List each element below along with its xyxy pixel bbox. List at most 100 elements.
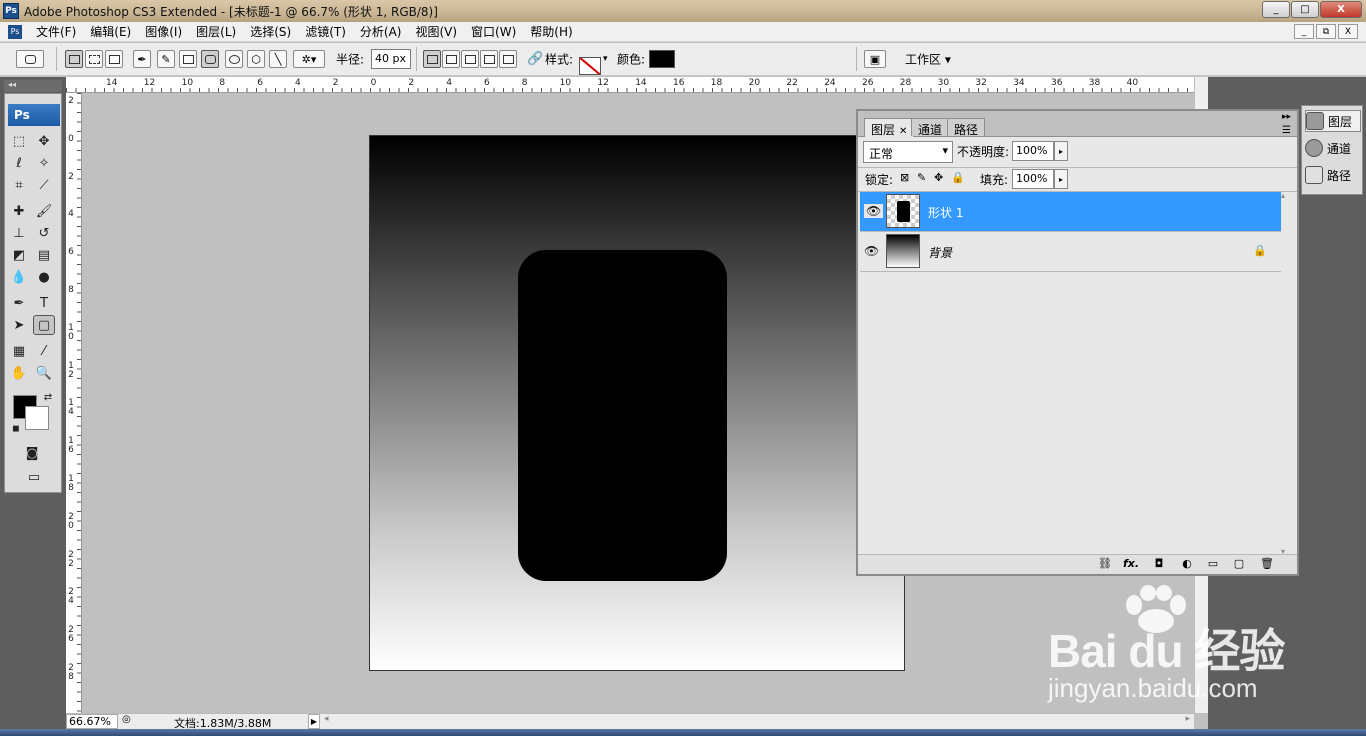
status-menu-arrow[interactable]: ▶ bbox=[308, 714, 320, 729]
opacity-input[interactable]: 100% bbox=[1012, 141, 1054, 161]
marquee-tool-icon[interactable]: ⬚ bbox=[8, 131, 30, 151]
swap-colors-icon[interactable]: ⇄ bbox=[37, 387, 59, 407]
lock-pixels-icon[interactable]: ✎ bbox=[917, 171, 926, 184]
dock-layers-item[interactable]: 图层 bbox=[1305, 110, 1361, 132]
panel-collapse-icon[interactable]: ▸▸ bbox=[1282, 112, 1291, 122]
layer-row-background[interactable]: 👁 背景 🔒 bbox=[860, 232, 1281, 272]
hand-tool-icon[interactable]: ✋ bbox=[8, 363, 30, 383]
app-menu-icon[interactable]: Ps bbox=[8, 24, 22, 39]
document-canvas[interactable] bbox=[369, 135, 905, 671]
zoom-preview-icon[interactable]: ◎ bbox=[122, 714, 131, 725]
new-layer-icon[interactable]: ▢ bbox=[1230, 557, 1248, 570]
menu-edit[interactable]: 编辑(E) bbox=[90, 23, 131, 40]
dock-channels-item[interactable]: 通道 bbox=[1305, 137, 1361, 159]
pen-tool-icon[interactable]: ✒ bbox=[8, 293, 30, 313]
tool-preset-picker[interactable] bbox=[16, 50, 44, 68]
intersect-shape-button[interactable] bbox=[480, 50, 498, 68]
scroll-up-icon[interactable]: ▴ bbox=[1281, 191, 1285, 200]
fill-input[interactable]: 100% bbox=[1012, 169, 1054, 189]
workspace-menu[interactable]: 工作区 ▾ bbox=[905, 51, 951, 68]
panel-menu-icon[interactable]: ☰ bbox=[1282, 125, 1291, 136]
tab-paths[interactable]: 路径 bbox=[947, 118, 986, 137]
layer-style-button[interactable]: fx. bbox=[1122, 557, 1140, 570]
delete-layer-trash-icon[interactable]: 🗑 bbox=[1258, 557, 1276, 570]
close-icon[interactable]: ✕ bbox=[899, 126, 907, 137]
line-button[interactable]: ╲ bbox=[269, 50, 287, 68]
lasso-tool-icon[interactable]: ℓ bbox=[8, 153, 30, 173]
move-tool-icon[interactable]: ✥ bbox=[33, 131, 55, 151]
notes-tool-icon[interactable]: ▦ bbox=[8, 341, 30, 361]
magic-wand-tool-icon[interactable]: ✧ bbox=[33, 153, 55, 173]
healing-brush-tool-icon[interactable]: ✚ bbox=[8, 201, 30, 221]
radius-input[interactable]: 40 px bbox=[371, 49, 411, 69]
fill-slider-button[interactable]: ▸ bbox=[1054, 169, 1068, 189]
dock-paths-item[interactable]: 路径 bbox=[1305, 164, 1361, 186]
paths-button[interactable] bbox=[85, 50, 103, 68]
clone-stamp-tool-icon[interactable]: ⊥ bbox=[8, 223, 30, 243]
rectangle-button[interactable] bbox=[179, 50, 197, 68]
brush-tool-icon[interactable]: 🖌 bbox=[33, 201, 55, 221]
history-brush-tool-icon[interactable]: ↺ bbox=[33, 223, 55, 243]
visibility-eye-icon[interactable]: 👁 bbox=[864, 244, 879, 258]
blend-mode-select[interactable]: 正常 bbox=[863, 141, 953, 163]
style-picker[interactable] bbox=[579, 57, 601, 75]
slice-tool-icon[interactable]: ⟋ bbox=[33, 175, 55, 195]
visibility-eye-icon[interactable]: 👁 bbox=[864, 204, 884, 218]
tab-layers[interactable]: 图层 ✕ bbox=[864, 118, 915, 137]
close-button[interactable]: X bbox=[1320, 1, 1362, 18]
add-mask-icon[interactable]: ◘ bbox=[1150, 557, 1168, 570]
layers-scrollbar[interactable]: ▴ ▾ bbox=[1281, 191, 1295, 556]
polygon-button[interactable]: ⬡ bbox=[247, 50, 265, 68]
layer-row-shape1[interactable]: 👁 形状 1 bbox=[860, 192, 1281, 232]
menu-select[interactable]: 选择(S) bbox=[250, 23, 291, 40]
rounded-rectangle-tool-icon[interactable]: ▢ bbox=[33, 315, 55, 335]
subtract-shape-button[interactable] bbox=[461, 50, 479, 68]
lock-transparency-icon[interactable]: ⊠ bbox=[900, 171, 909, 184]
default-colors-icon[interactable]: ◼ bbox=[5, 419, 27, 439]
rounded-rectangle-shape[interactable] bbox=[518, 250, 727, 581]
crop-tool-icon[interactable]: ⌗ bbox=[8, 175, 30, 195]
lock-all-icon[interactable]: 🔒 bbox=[951, 171, 965, 184]
fill-pixels-button[interactable] bbox=[105, 50, 123, 68]
eraser-tool-icon[interactable]: ◩ bbox=[8, 245, 30, 265]
type-tool-icon[interactable]: T bbox=[33, 293, 55, 313]
path-selection-tool-icon[interactable]: ➤ bbox=[8, 315, 30, 335]
exclude-shape-button[interactable] bbox=[499, 50, 517, 68]
gradient-tool-icon[interactable]: ▤ bbox=[33, 245, 55, 265]
shape-layers-button[interactable] bbox=[65, 50, 83, 68]
menu-layer[interactable]: 图层(L) bbox=[196, 23, 236, 40]
scroll-right-icon[interactable]: ▸ bbox=[1185, 714, 1190, 724]
menu-window[interactable]: 窗口(W) bbox=[471, 23, 516, 40]
new-group-folder-icon[interactable]: ▭ bbox=[1204, 557, 1222, 570]
rounded-rectangle-button[interactable] bbox=[201, 50, 219, 68]
opacity-slider-button[interactable]: ▸ bbox=[1054, 141, 1068, 161]
doc-close-button[interactable]: X bbox=[1338, 24, 1358, 39]
menu-file[interactable]: 文件(F) bbox=[36, 23, 76, 40]
maximize-button[interactable]: □ bbox=[1291, 1, 1319, 18]
file-browser-button[interactable]: ▣ bbox=[864, 50, 886, 68]
add-to-shape-button[interactable] bbox=[442, 50, 460, 68]
zoom-tool-icon[interactable]: 🔍 bbox=[33, 363, 55, 383]
menu-view[interactable]: 视图(V) bbox=[415, 23, 457, 40]
blur-tool-icon[interactable]: 💧 bbox=[8, 267, 30, 287]
menu-help[interactable]: 帮助(H) bbox=[530, 23, 572, 40]
adjustment-layer-icon[interactable]: ◐ bbox=[1178, 557, 1196, 570]
quick-mask-icon[interactable]: ◙ bbox=[21, 443, 43, 463]
new-shape-layer-button[interactable] bbox=[423, 50, 441, 68]
screen-mode-icon[interactable]: ▭ bbox=[19, 467, 49, 487]
link-layers-icon[interactable]: ⛓ bbox=[1096, 557, 1114, 570]
zoom-level-field[interactable]: 66.67% bbox=[66, 714, 118, 729]
lock-position-icon[interactable]: ✥ bbox=[934, 171, 943, 184]
eyedropper-tool-icon[interactable]: ⁄ bbox=[33, 341, 55, 361]
style-dropdown-icon[interactable]: ▾ bbox=[603, 54, 608, 64]
dodge-tool-icon[interactable]: ● bbox=[33, 267, 55, 287]
freeform-pen-button[interactable]: ✎ bbox=[157, 50, 175, 68]
doc-restore-button[interactable]: ⧉ bbox=[1316, 24, 1336, 39]
background-color-swatch[interactable] bbox=[25, 406, 49, 430]
ellipse-button[interactable] bbox=[225, 50, 243, 68]
shape-color-swatch[interactable] bbox=[649, 50, 675, 68]
menu-image[interactable]: 图像(I) bbox=[145, 23, 182, 40]
minimize-button[interactable]: _ bbox=[1262, 1, 1290, 18]
menu-filter[interactable]: 滤镜(T) bbox=[305, 23, 346, 40]
scroll-left-icon[interactable]: ◂ bbox=[324, 714, 329, 724]
